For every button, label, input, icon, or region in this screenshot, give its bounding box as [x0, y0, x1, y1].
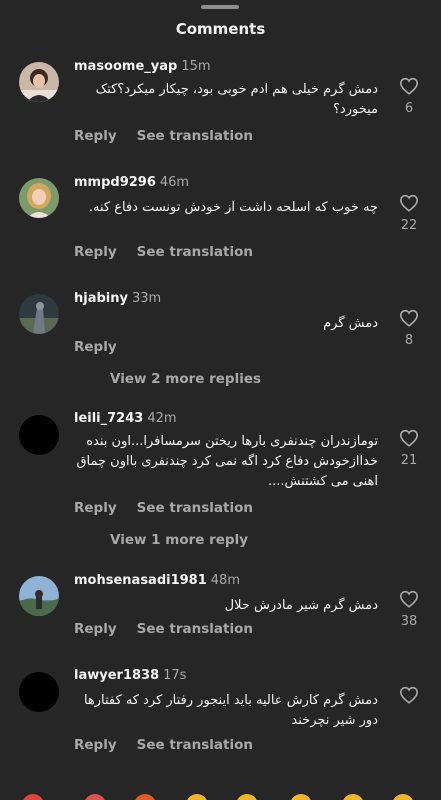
see-translation-button[interactable]: See translation	[137, 244, 253, 260]
like-count: 22	[400, 218, 418, 233]
like-count: 38	[400, 614, 418, 629]
sheet-title: Comments	[175, 20, 266, 38]
emoji-reaction-icon[interactable]	[84, 794, 106, 800]
see-translation-button[interactable]: See translation	[137, 737, 253, 753]
like-count: 21	[400, 453, 418, 468]
view-more-replies-button[interactable]: View 2 more replies	[110, 371, 261, 387]
emoji-reaction-icon[interactable]	[392, 794, 414, 800]
heart-icon	[399, 194, 419, 212]
comment-header: masoome_yap 15m	[74, 59, 211, 74]
like-button[interactable]: 8	[396, 309, 422, 348]
username[interactable]: masoome_yap	[74, 59, 177, 74]
reply-button[interactable]: Reply	[74, 339, 117, 355]
reply-button[interactable]: Reply	[74, 621, 117, 637]
reply-button[interactable]: Reply	[74, 737, 117, 753]
heart-icon	[399, 309, 419, 327]
comment-text: تومازندران چندنفری بارها ریختن سرمسافرا.…	[76, 434, 378, 489]
username[interactable]: leili_7243	[74, 411, 143, 426]
avatar[interactable]	[19, 178, 59, 218]
timestamp: 15m	[181, 59, 211, 74]
emoji-reaction-icon[interactable]	[22, 794, 44, 800]
comment-text: دمش گرم کارش عالیه باید اینجور رفتار کرد…	[83, 693, 378, 728]
comment-header: mmpd9296 46m	[74, 175, 189, 190]
comment-actions: Reply See translation	[74, 244, 273, 260]
heart-icon	[399, 590, 419, 608]
timestamp: 17s	[163, 668, 187, 683]
comment-text: دمش گرم خیلی هم ادم خوبی بود، چیکار میکر…	[95, 82, 378, 117]
drag-handle[interactable]	[201, 5, 239, 9]
comment-header: mohsenasadi1981 48m	[74, 573, 240, 588]
like-count: 8	[404, 333, 414, 348]
comment-actions: Reply	[74, 339, 137, 355]
username[interactable]: mmpd9296	[74, 175, 156, 190]
heart-icon	[399, 686, 419, 704]
username[interactable]: lawyer1838	[74, 668, 159, 683]
avatar[interactable]	[19, 62, 59, 102]
emoji-reaction-icon[interactable]	[236, 794, 258, 800]
comments-sheet: Comments masoome_yap 15m دمش گرم خیلی هم …	[0, 0, 441, 800]
emoji-reaction-icon[interactable]	[186, 794, 208, 800]
like-button[interactable]	[396, 686, 422, 710]
comment-actions: Reply See translation	[74, 737, 273, 753]
avatar[interactable]	[19, 415, 59, 455]
comment-text: چه خوب که اسلحه داشت از خودش تونست دفاع …	[88, 200, 378, 215]
reply-button[interactable]: Reply	[74, 128, 117, 144]
view-more-replies-button[interactable]: View 1 more reply	[110, 532, 248, 548]
timestamp: 48m	[210, 573, 240, 588]
reply-button[interactable]: Reply	[74, 244, 117, 260]
reply-button[interactable]: Reply	[74, 500, 117, 516]
avatar[interactable]	[19, 576, 59, 616]
avatar[interactable]	[19, 672, 59, 712]
username[interactable]: mohsenasadi1981	[74, 573, 207, 588]
like-button[interactable]: 38	[396, 590, 422, 629]
comment-text: دمش گرم	[323, 316, 378, 331]
comment-header: lawyer1838 17s	[74, 668, 186, 683]
emoji-reaction-icon[interactable]	[134, 794, 156, 800]
like-count: 6	[404, 101, 414, 116]
heart-icon	[399, 77, 419, 95]
comment-actions: Reply See translation	[74, 621, 273, 637]
comment-actions: Reply See translation	[74, 500, 273, 516]
emoji-reaction-icon[interactable]	[290, 794, 312, 800]
comment-text: دمش گرم شیر مادرش حلال	[224, 598, 378, 613]
timestamp: 42m	[147, 411, 177, 426]
emoji-reaction-icon[interactable]	[342, 794, 364, 800]
like-button[interactable]: 22	[396, 194, 422, 233]
see-translation-button[interactable]: See translation	[137, 500, 253, 516]
avatar[interactable]	[19, 294, 59, 334]
comment-header: leili_7243 42m	[74, 411, 177, 426]
heart-icon	[399, 429, 419, 447]
like-button[interactable]: 21	[396, 429, 422, 468]
comment-header: hjabiny 33m	[74, 291, 161, 306]
see-translation-button[interactable]: See translation	[137, 128, 253, 144]
like-button[interactable]: 6	[396, 77, 422, 116]
timestamp: 33m	[131, 291, 162, 306]
username[interactable]: hjabiny	[74, 291, 128, 306]
timestamp: 46m	[159, 175, 190, 190]
see-translation-button[interactable]: See translation	[137, 621, 253, 637]
comment-actions: Reply See translation	[74, 128, 273, 144]
